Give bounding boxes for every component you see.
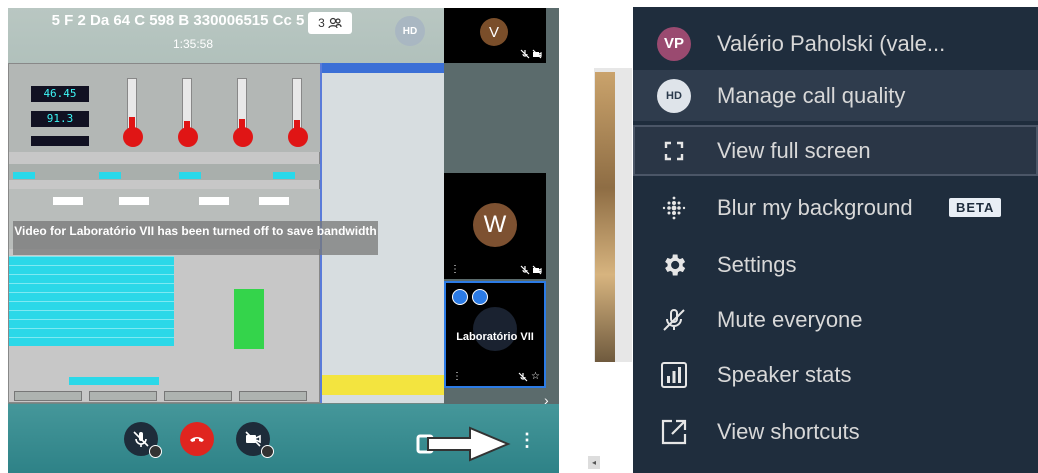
participant-tile[interactable]: W ⋮ bbox=[444, 173, 546, 279]
phone-hangup-icon bbox=[190, 437, 204, 442]
mic-muted-icon bbox=[520, 49, 530, 59]
menu-item-blur-background[interactable]: Blur my background BETA bbox=[633, 182, 1038, 233]
self-avatar[interactable]: HD bbox=[395, 16, 425, 46]
star-icon: ☆ bbox=[531, 371, 540, 382]
green-values bbox=[234, 289, 264, 349]
menu-item-settings[interactable]: Settings bbox=[633, 239, 1038, 290]
thermometer bbox=[288, 78, 308, 147]
mic-muted-icon bbox=[518, 372, 528, 382]
participants-icon bbox=[328, 17, 342, 29]
mute-microphone-button[interactable] bbox=[124, 422, 162, 458]
cyan-field bbox=[69, 377, 159, 385]
menu-item-manage-call-quality[interactable]: HD Manage call quality bbox=[633, 70, 1038, 121]
menu-item-view-shortcuts[interactable]: View shortcuts bbox=[633, 406, 1038, 457]
participant-tile-active[interactable]: Laboratório VII ⋮ ☆ bbox=[444, 281, 546, 388]
menu-item-profile[interactable]: VP Valério Paholski (vale... bbox=[633, 18, 1038, 69]
mic-off-icon bbox=[133, 431, 149, 447]
meeting-toolbar: ⋮ bbox=[8, 404, 559, 473]
menu-item-view-full-screen[interactable]: View full screen bbox=[633, 125, 1038, 176]
scroll-left-icon[interactable]: ◂ bbox=[588, 456, 600, 469]
app-button bbox=[89, 391, 157, 401]
toggle-camera-button[interactable] bbox=[236, 422, 274, 458]
lcd-display: 91.3 bbox=[31, 111, 89, 127]
white-field bbox=[53, 197, 83, 205]
camera-off-icon bbox=[245, 431, 261, 447]
fullscreen-icon bbox=[664, 141, 684, 160]
stats-icon bbox=[661, 361, 687, 388]
menu-item-speaker-stats[interactable]: Speaker stats bbox=[633, 349, 1038, 400]
chevron-down-icon[interactable] bbox=[261, 445, 274, 458]
tile-more-icon[interactable]: ⋮ bbox=[452, 371, 462, 382]
meeting-window: 46.45 91.3 5 F 2 Da 64 C 598 B 330006515… bbox=[8, 8, 559, 473]
white-field bbox=[259, 197, 289, 205]
participant-count-badge[interactable]: 3 bbox=[308, 12, 352, 34]
more-options-icon[interactable]: ⋮ bbox=[518, 430, 536, 451]
lcd-display: 46.45 bbox=[31, 86, 89, 102]
meeting-timer: 1:35:58 bbox=[172, 37, 214, 51]
browser-strip: ◂ bbox=[559, 0, 632, 473]
app-button bbox=[14, 391, 82, 401]
shared-screen: 46.45 91.3 5 F 2 Da 64 C 598 B 330006515… bbox=[8, 8, 444, 404]
blur-icon bbox=[662, 196, 686, 219]
hd-icon: HD bbox=[657, 78, 691, 113]
connection-indicator-icon bbox=[472, 289, 488, 305]
white-field bbox=[199, 197, 229, 205]
menu-item-label: Manage call quality bbox=[717, 82, 906, 108]
menu-item-label: Speaker stats bbox=[717, 361, 852, 387]
menu-item-label: Valério Paholski (vale... bbox=[717, 30, 946, 56]
participant-count: 3 bbox=[318, 16, 325, 30]
more-options-menu: VP Valério Paholski (vale... HD Manage c… bbox=[633, 7, 1038, 473]
gear-icon bbox=[665, 254, 686, 275]
lcd-display bbox=[31, 136, 89, 146]
participant-avatar: V bbox=[480, 18, 508, 46]
menu-item-label: Blur my background bbox=[717, 194, 913, 220]
mute-everyone-icon bbox=[663, 308, 685, 331]
menu-item-mute-everyone[interactable]: Mute everyone bbox=[633, 294, 1038, 345]
cyan-field bbox=[13, 172, 35, 179]
user-avatar: VP bbox=[657, 26, 691, 61]
menu-item-label: View shortcuts bbox=[717, 418, 860, 444]
screen-share-indicator-icon bbox=[452, 289, 468, 305]
cyan-field bbox=[273, 172, 295, 179]
participant-avatar bbox=[473, 307, 517, 351]
meeting-title: 5 F 2 Da 64 C 598 B 330006515 Cc 5 bbox=[51, 12, 305, 29]
background-photo bbox=[595, 72, 615, 362]
hangup-button[interactable] bbox=[180, 422, 214, 456]
camera-off-icon bbox=[532, 265, 542, 275]
participant-tile[interactable]: V bbox=[444, 8, 546, 63]
participant-name: Laboratório VII bbox=[456, 331, 534, 343]
data-grid bbox=[9, 256, 174, 346]
mic-muted-icon bbox=[520, 265, 530, 275]
thermometer bbox=[233, 78, 253, 147]
app-button bbox=[164, 391, 232, 401]
pointer-arrow-icon bbox=[416, 426, 511, 462]
menu-item-label: View full screen bbox=[717, 137, 871, 163]
participant-avatar: W bbox=[473, 203, 517, 247]
menu-item-label: Settings bbox=[717, 251, 797, 277]
tile-more-icon[interactable]: ⋮ bbox=[450, 264, 460, 275]
camera-off-icon bbox=[532, 49, 542, 59]
bandwidth-message: Video for Laboratório VII has been turne… bbox=[13, 221, 378, 255]
thermometer bbox=[178, 78, 198, 147]
cyan-field bbox=[99, 172, 121, 179]
cyan-field bbox=[179, 172, 201, 179]
shortcut-icon bbox=[661, 419, 687, 444]
thermometer bbox=[123, 78, 143, 147]
chevron-down-icon[interactable] bbox=[149, 445, 162, 458]
window-titlebar bbox=[322, 63, 444, 73]
menu-item-label: Mute everyone bbox=[717, 306, 863, 332]
app-button bbox=[239, 391, 307, 401]
screenshot-root: 46.45 91.3 5 F 2 Da 64 C 598 B 330006515… bbox=[0, 0, 1038, 473]
white-field bbox=[119, 197, 149, 205]
yellow-panel bbox=[322, 375, 444, 395]
beta-badge: BETA bbox=[949, 198, 1002, 217]
